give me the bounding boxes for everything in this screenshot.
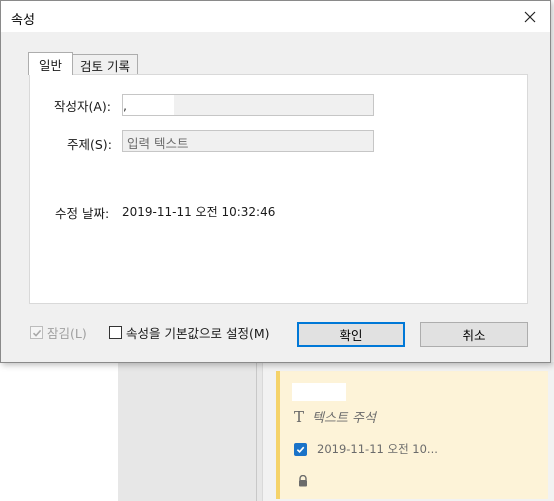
modified-date-value: 2019-11-11 오전 10:32:46 xyxy=(122,205,276,219)
subject-label: 주제(S): xyxy=(67,137,112,152)
general-tab-panel: 작성자(A): , 주제(S): 입력 텍스트 수정 날짜: 2019-11-1… xyxy=(29,74,528,304)
cancel-button[interactable]: 취소 xyxy=(420,322,528,347)
comment-date: 2019-11-11 오전 10... xyxy=(317,442,438,456)
checkmark-icon xyxy=(296,446,305,453)
comment-card[interactable]: T 텍스트 주석 2019-11-11 오전 10... xyxy=(276,371,548,499)
locked-label: 잠김(L) xyxy=(47,326,87,341)
close-icon xyxy=(524,11,536,22)
comment-title-row: T 텍스트 주석 xyxy=(294,407,376,427)
comment-date-row: 2019-11-11 오전 10... xyxy=(294,441,438,457)
close-button[interactable] xyxy=(510,1,550,32)
lock-icon[interactable] xyxy=(297,475,309,487)
dialog-titlebar[interactable]: 속성 xyxy=(1,1,550,32)
text-annotation-icon: T xyxy=(294,407,305,426)
comment-author-box xyxy=(292,383,346,401)
comment-checkbox[interactable] xyxy=(294,442,307,456)
properties-dialog: 속성 일반 검토 기록 작성자(A): , 주제(S): 입력 텍스트 수정 날… xyxy=(0,0,551,363)
set-default-checkbox-row: 속성을 기본값으로 설정(M) xyxy=(109,323,270,342)
tab-general[interactable]: 일반 xyxy=(28,52,74,75)
modified-date-label: 수정 날짜: xyxy=(55,206,110,221)
tab-review-history[interactable]: 검토 기록 xyxy=(72,54,138,75)
tab-bar: 일반 검토 기록 xyxy=(28,52,138,75)
set-default-checkbox[interactable] xyxy=(109,326,122,339)
ok-button[interactable]: 확인 xyxy=(297,322,405,347)
author-value: , xyxy=(123,98,127,113)
comment-title: 텍스트 주석 xyxy=(312,411,376,426)
locked-checkbox[interactable] xyxy=(30,326,43,339)
locked-checkbox-row: 잠김(L) xyxy=(30,323,87,342)
author-label: 작성자(A): xyxy=(54,99,112,114)
dialog-title: 속성 xyxy=(11,13,35,28)
checkmark-icon xyxy=(32,329,41,337)
set-default-label: 속성을 기본값으로 설정(M) xyxy=(126,326,270,341)
subject-input[interactable]: 입력 텍스트 xyxy=(122,130,374,152)
author-input[interactable]: , xyxy=(122,94,374,116)
author-input-edit-area[interactable] xyxy=(123,95,174,115)
